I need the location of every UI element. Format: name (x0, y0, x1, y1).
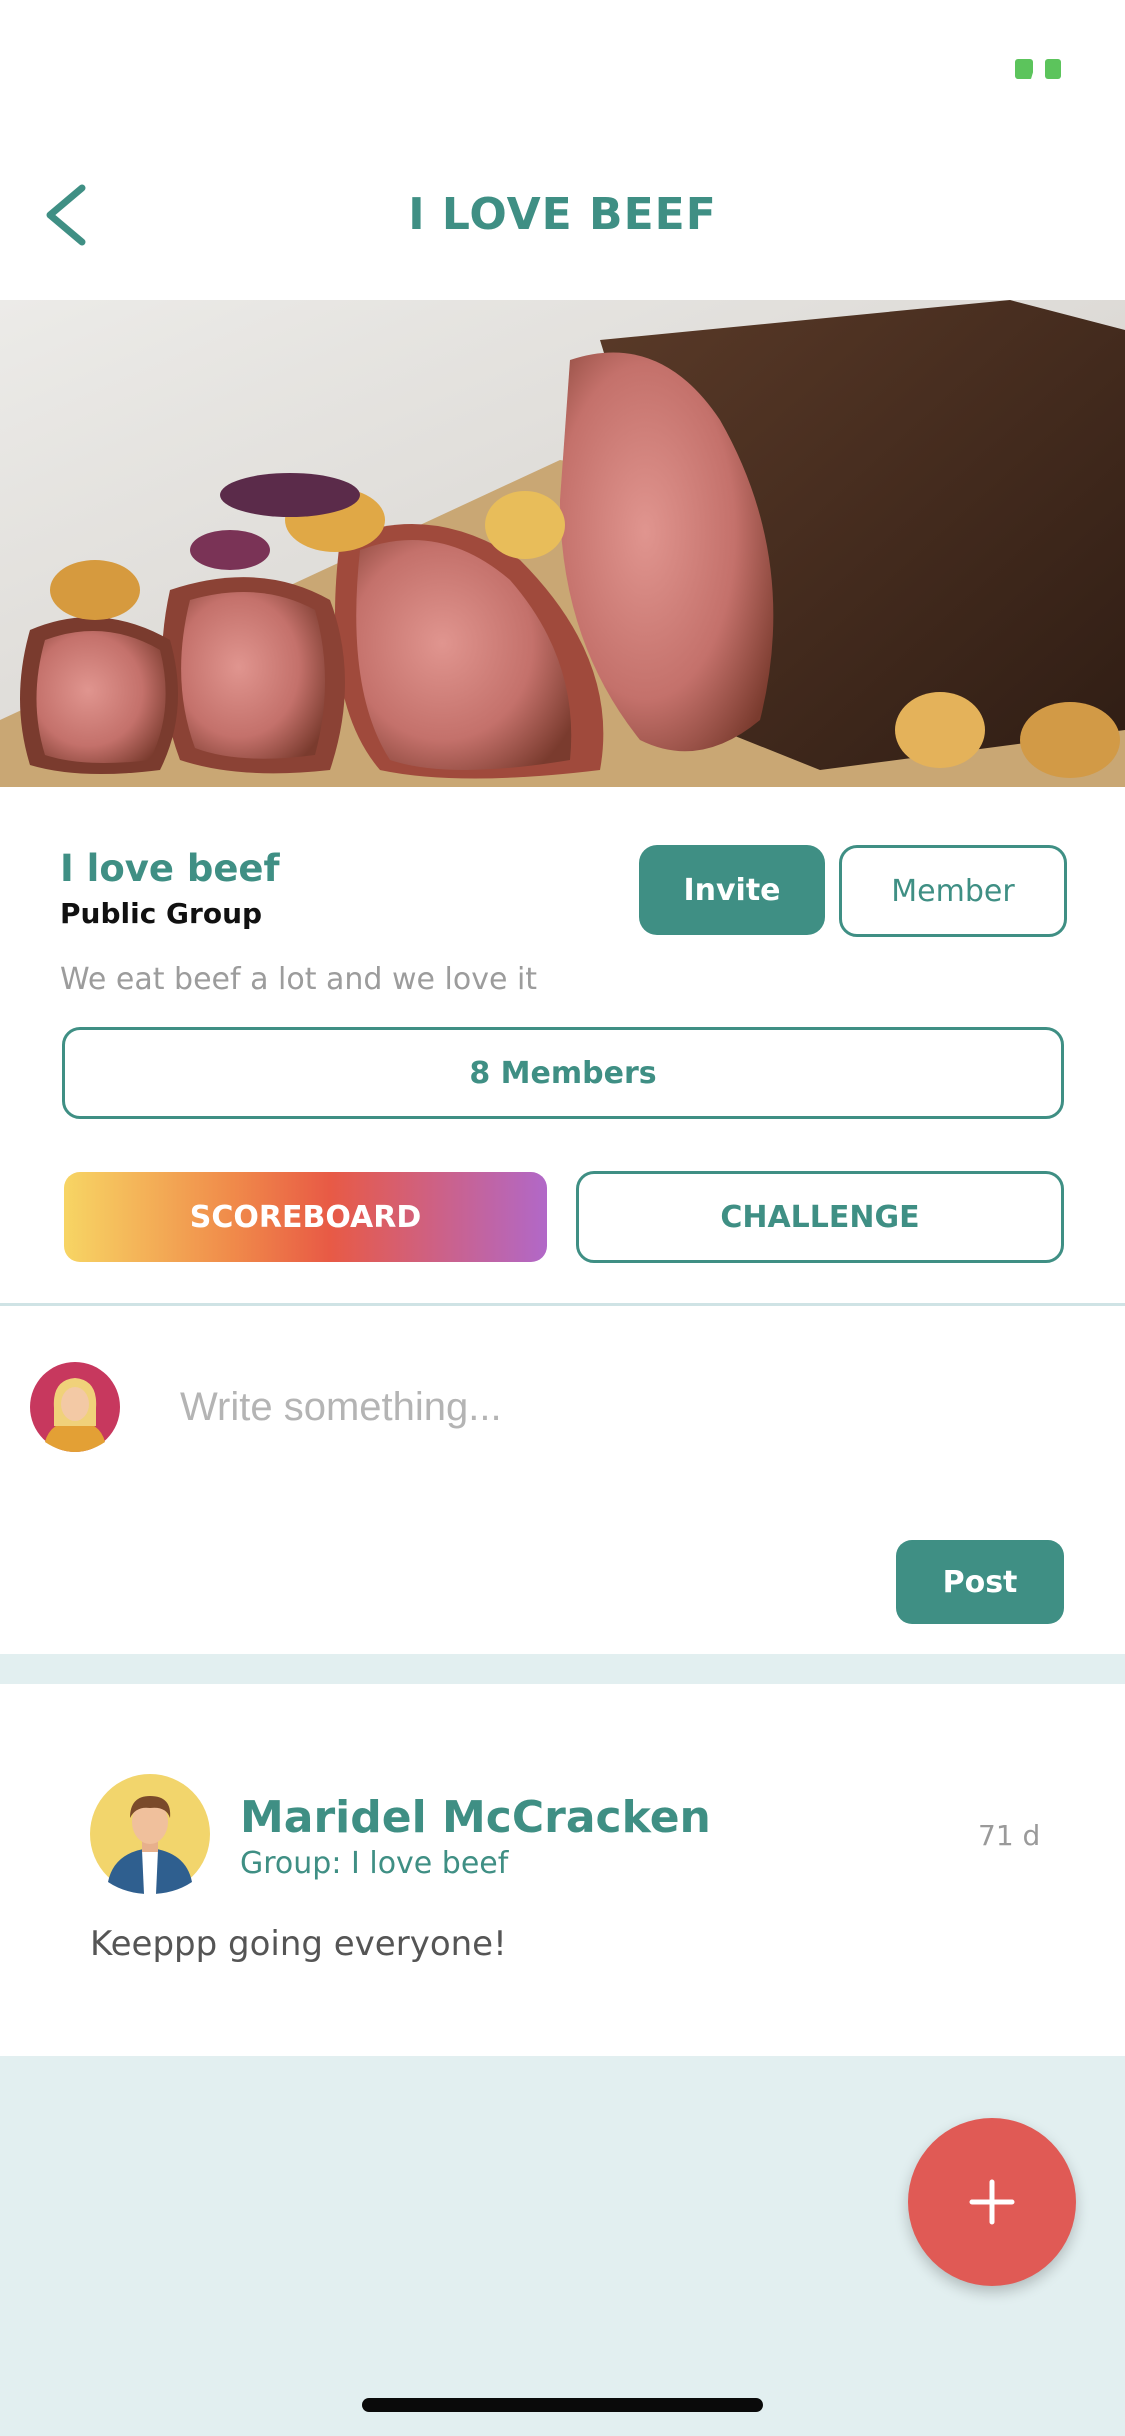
members-button[interactable]: 8 Members (62, 1027, 1064, 1119)
battery-icon (1015, 59, 1061, 79)
plus-icon (969, 2179, 1015, 2225)
group-name: I love beef (60, 847, 280, 890)
post-button[interactable]: Post (896, 1540, 1064, 1624)
post-author-name[interactable]: Maridel McCracken (240, 1792, 711, 1843)
group-type: Public Group (60, 897, 263, 930)
feed-post: Maridel McCracken Group: I love beef 71 … (0, 1684, 1125, 2056)
scoreboard-button[interactable]: SCOREBOARD (64, 1172, 547, 1262)
group-description: We eat beef a lot and we love it (60, 962, 538, 997)
post-composer: Post (0, 1306, 1125, 1654)
post-text: Keeppp going everyone! (90, 1924, 507, 1964)
home-indicator (362, 2398, 763, 2412)
post-group-label: Group: I love beef (240, 1846, 509, 1881)
group-info-card: I love beef Public Group Invite Member W… (0, 787, 1125, 1305)
group-cover-image (0, 300, 1125, 787)
add-post-button[interactable] (908, 2118, 1076, 2286)
page-title: I LOVE BEEF (408, 189, 717, 240)
post-timestamp: 71 d (978, 1819, 1041, 1852)
challenge-button[interactable]: CHALLENGE (576, 1171, 1064, 1263)
avatar (90, 1774, 210, 1894)
top-bar: I LOVE BEEF (0, 0, 1125, 300)
write-something-input[interactable] (178, 1366, 1062, 1448)
member-status-button[interactable]: Member (839, 845, 1067, 937)
avatar (30, 1362, 120, 1452)
invite-button[interactable]: Invite (639, 845, 825, 935)
